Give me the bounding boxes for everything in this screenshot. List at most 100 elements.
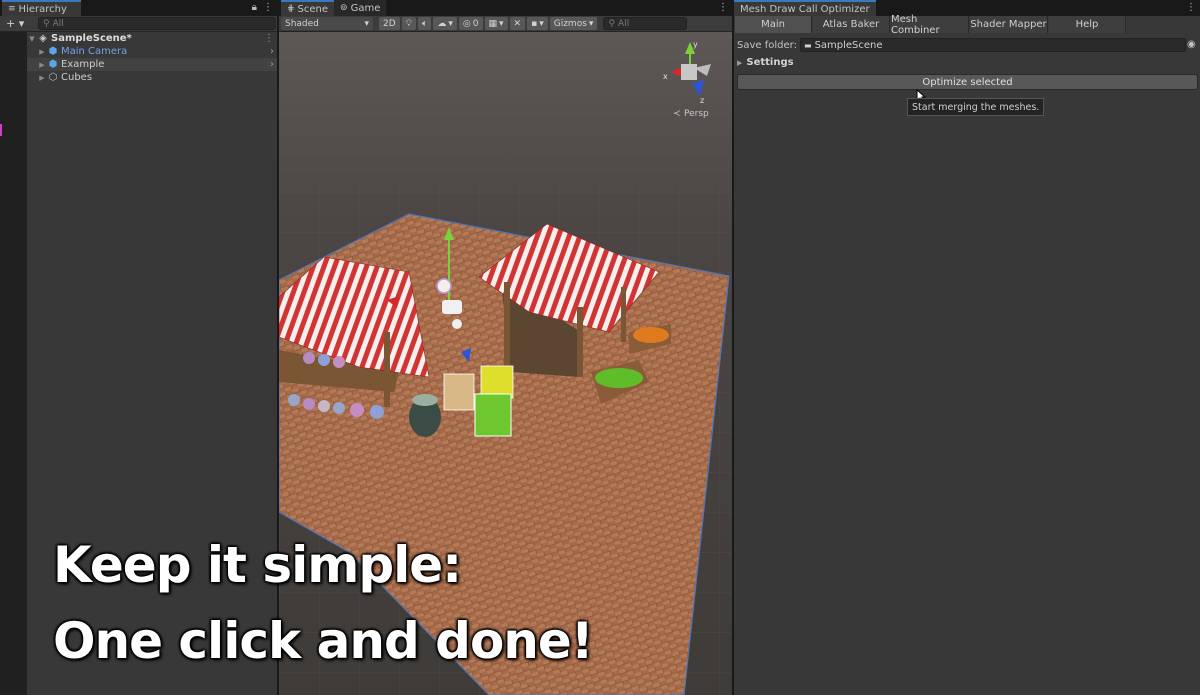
expand-arrow-icon[interactable]: ▶ bbox=[37, 61, 47, 69]
settings-label: Settings bbox=[746, 57, 794, 68]
gamepad-icon: ⊚ bbox=[340, 3, 348, 13]
scene-menu-icon[interactable]: ⋮ bbox=[264, 33, 274, 44]
caption-line-1: Keep it simple: bbox=[53, 536, 462, 594]
tab-main-label: Main bbox=[761, 19, 785, 30]
optimizer-panel: Mesh Draw Call Optimizer ⋮ Main Atlas Ba… bbox=[734, 0, 1200, 695]
axis-x-label: x bbox=[663, 72, 668, 81]
scene-tabbar: ⋕ Scene ⊚ Game ⋮ bbox=[279, 0, 732, 16]
tab-scene[interactable]: ⋕ Scene bbox=[281, 0, 335, 16]
scene-search[interactable]: ⚲ All bbox=[603, 17, 688, 30]
optimize-selected-label: Optimize selected bbox=[922, 76, 1013, 88]
tab-main[interactable]: Main bbox=[735, 16, 812, 33]
optimizer-window-title: Mesh Draw Call Optimizer bbox=[740, 3, 870, 15]
search-icon: ⚲ bbox=[608, 18, 616, 29]
tab-mesh-draw-call-optimizer[interactable]: Mesh Draw Call Optimizer bbox=[734, 0, 876, 16]
lighting-toggle[interactable]: 💡︎ bbox=[401, 17, 416, 30]
save-folder-field[interactable]: ▬ SampleScene bbox=[800, 38, 1186, 52]
grid-snap-toggle[interactable]: ▦ ▾ bbox=[484, 17, 508, 30]
save-folder-value: SampleScene bbox=[814, 39, 883, 51]
unity-scene-icon: ◈ bbox=[39, 33, 47, 44]
audio-toggle[interactable]: 🔈︎ bbox=[417, 17, 432, 30]
chevron-right-icon[interactable]: › bbox=[270, 46, 274, 57]
scene-search-placeholder: All bbox=[618, 18, 630, 29]
tab-shader-mapper[interactable]: Shader Mapper bbox=[970, 16, 1048, 33]
effects-toggle[interactable]: ☁ ▾ bbox=[433, 17, 457, 30]
folder-icon: ▬ bbox=[804, 40, 812, 50]
chevron-right-icon[interactable]: › bbox=[270, 59, 274, 70]
tree-item-main-camera[interactable]: ▶ ⬢ Main Camera › bbox=[27, 45, 277, 58]
dropdown-arrow-icon: ▾ bbox=[539, 18, 544, 29]
tab-atlas-baker-label: Atlas Baker bbox=[822, 19, 880, 30]
expand-arrow-icon[interactable]: ▶ bbox=[37, 74, 47, 82]
tools-icon: ✕ bbox=[513, 18, 522, 29]
tab-game-label: Game bbox=[350, 2, 381, 14]
save-folder-label: Save folder: bbox=[737, 39, 797, 51]
scene-render: x y z ≺ Persp bbox=[279, 32, 732, 695]
hidden-objects-toggle[interactable]: ◎ 0 bbox=[458, 17, 483, 30]
tab-game[interactable]: ⊚ Game bbox=[334, 0, 387, 16]
add-object-button[interactable]: + ▾ bbox=[6, 17, 32, 30]
dropdown-arrow-icon: ▾ bbox=[364, 18, 369, 29]
grid-icon: ⋕ bbox=[287, 4, 295, 14]
hierarchy-toolbar: + ▾ ⚲ All bbox=[0, 16, 277, 32]
tab-hierarchy[interactable]: ≡ Hierarchy bbox=[2, 0, 81, 16]
tree-item-example[interactable]: ▶ ⬢ Example › bbox=[27, 58, 277, 71]
optimize-selected-button[interactable]: Optimize selected bbox=[737, 74, 1198, 90]
tab-hierarchy-label: Hierarchy bbox=[18, 3, 67, 15]
gizmos-label: Gizmos bbox=[553, 18, 587, 29]
kebab-menu-icon[interactable]: ⋮ bbox=[263, 2, 273, 13]
prefab-cube-icon: ⬢ bbox=[48, 46, 58, 57]
tab-scene-label: Scene bbox=[297, 3, 329, 15]
projection-label[interactable]: Persp bbox=[684, 109, 709, 119]
scene-root-row[interactable]: ▼ ◈ SampleScene* ⋮ bbox=[27, 32, 277, 45]
grid-icon: ▦ bbox=[488, 18, 498, 29]
scene-viewport[interactable]: x y z ≺ Persp bbox=[279, 32, 732, 695]
toggle-2d-button[interactable]: 2D bbox=[379, 17, 400, 30]
tab-mesh-combiner[interactable]: Mesh Combiner bbox=[891, 14, 969, 36]
tab-help-label: Help bbox=[1075, 19, 1099, 30]
speaker-icon: 🔈︎ bbox=[421, 18, 428, 29]
collapse-arrow-icon[interactable]: ▼ bbox=[27, 35, 37, 43]
list-icon: ≡ bbox=[8, 4, 16, 14]
axis-z-label: z bbox=[700, 96, 704, 105]
hierarchy-tabbar: ≡ Hierarchy 🔒︎ ⋮ bbox=[0, 0, 277, 16]
expand-arrow-icon[interactable]: ▶ bbox=[37, 48, 47, 56]
selection-marker bbox=[0, 124, 2, 136]
prefab-cube-icon: ⬢ bbox=[48, 59, 58, 70]
lock-icon[interactable]: 🔒︎ bbox=[252, 2, 257, 13]
effects-icon: ☁ bbox=[437, 18, 447, 29]
hidden-count: 0 bbox=[472, 18, 479, 29]
foldout-arrow-icon: ▶ bbox=[737, 58, 743, 67]
gizmos-dropdown[interactable]: Gizmos ▾ bbox=[549, 17, 598, 30]
kebab-menu-icon[interactable]: ⋮ bbox=[718, 2, 728, 13]
settings-foldout[interactable]: ▶ Settings bbox=[737, 56, 794, 69]
kebab-menu-icon[interactable]: ⋮ bbox=[1186, 2, 1196, 13]
object-picker-icon[interactable]: ◉ bbox=[1187, 39, 1196, 50]
scene-root-label: SampleScene* bbox=[51, 33, 132, 44]
gameobject-cube-icon: ⬡ bbox=[48, 72, 58, 83]
barrel bbox=[409, 394, 441, 437]
tooltip: Start merging the meshes. bbox=[907, 98, 1045, 116]
hierarchy-search[interactable]: ⚲ All bbox=[38, 17, 276, 30]
dropdown-arrow-icon: ▾ bbox=[588, 18, 594, 29]
tab-help[interactable]: Help bbox=[1049, 16, 1126, 33]
tree-item-cubes[interactable]: ▶ ⬡ Cubes bbox=[27, 71, 277, 84]
optimizer-tab-actions: ⋮ bbox=[1186, 2, 1196, 13]
perspective-icon: ≺ bbox=[673, 109, 681, 119]
camera-settings-dropdown[interactable]: ▪ ▾ bbox=[527, 17, 548, 30]
tab-atlas-baker[interactable]: Atlas Baker bbox=[813, 16, 890, 33]
scene-tab-actions: ⋮ bbox=[718, 2, 728, 13]
caption-line-2: One click and done! bbox=[53, 612, 594, 670]
shading-mode-value: Shaded bbox=[285, 18, 319, 29]
shading-mode-dropdown[interactable]: Shaded ▾ bbox=[281, 17, 373, 30]
scene-toolbar: Shaded ▾ 2D 💡︎ 🔈︎ ☁ ▾ ◎ 0 ▦ ▾ ✕ ▪ ▾ Gizmos … bbox=[279, 16, 732, 32]
save-folder-row: Save folder: ▬ SampleScene ◉ bbox=[734, 38, 1200, 52]
toggle-2d-label: 2D bbox=[383, 18, 396, 29]
tools-toggle[interactable]: ✕ bbox=[509, 17, 526, 30]
hierarchy-search-placeholder: All bbox=[52, 18, 64, 29]
tree-item-label: Cubes bbox=[61, 72, 93, 83]
tooltip-text: Start merging the meshes. bbox=[912, 101, 1040, 113]
tree-item-label: Main Camera bbox=[61, 46, 128, 57]
lightbulb-icon: 💡︎ bbox=[405, 18, 412, 29]
tree-item-label: Example bbox=[61, 59, 105, 70]
